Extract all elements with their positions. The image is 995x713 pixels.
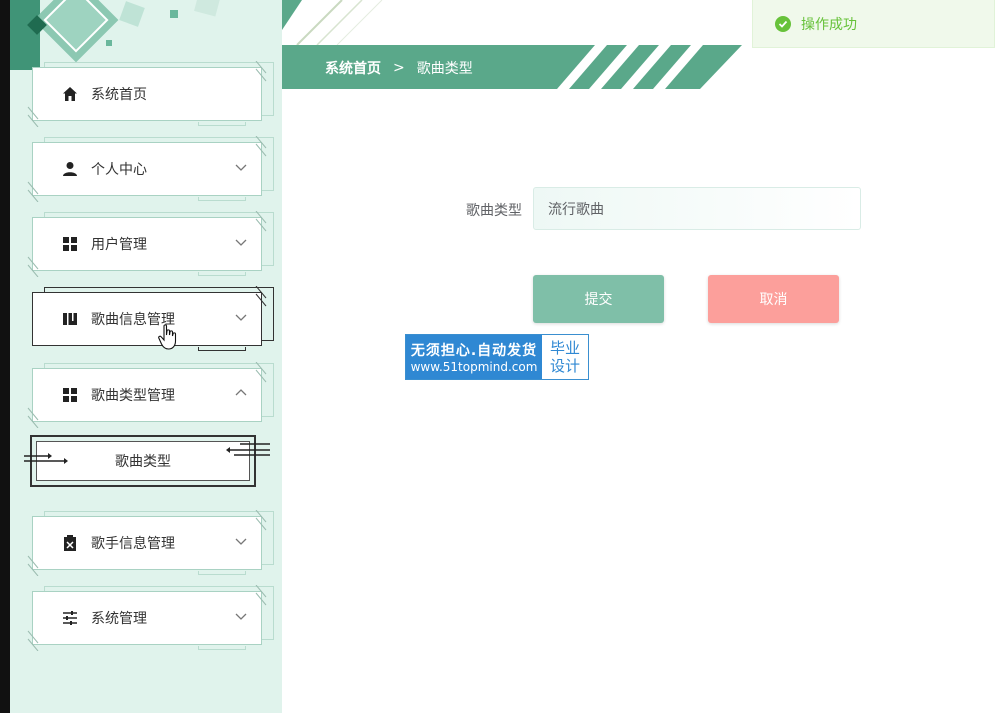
arrow-right-icon (24, 453, 68, 464)
chevron-down-icon (235, 164, 247, 171)
sidebar-item-singer-info-management[interactable]: 歌手信息管理 (27, 510, 274, 576)
app-root: 系统首页 个人中心 用户管理 歌曲信息管理 歌曲类型管理 歌曲类型 歌手信息管理… (0, 0, 995, 713)
submit-button[interactable]: 提交 (533, 275, 664, 323)
grid-icon (61, 235, 79, 253)
decor-slash (27, 181, 39, 202)
sidebar-item-personal-center[interactable]: 个人中心 (27, 136, 274, 202)
watermark-right2: 设计 (549, 357, 580, 375)
decor-slash (27, 555, 39, 576)
breadcrumb: 系统首页 > 歌曲类型 (325, 58, 473, 78)
watermark-right1: 毕业 (549, 339, 580, 357)
window-edge (0, 0, 10, 713)
item-frame[interactable]: 系统管理 (32, 591, 262, 645)
success-toast: 操作成功 (752, 0, 995, 48)
decor-bar (198, 646, 246, 650)
decor-slash (255, 286, 267, 307)
decor-slash (255, 136, 267, 157)
hand-cursor-icon (158, 324, 177, 350)
sidebar-item-user-management[interactable]: 用户管理 (27, 211, 274, 277)
decor-bar (198, 347, 246, 351)
sidebar-item-label: 用户管理 (91, 237, 147, 253)
sidebar-item-system-management[interactable]: 系统管理 (27, 585, 274, 651)
breadcrumb-home-link[interactable]: 系统首页 (325, 58, 381, 78)
item-frame[interactable]: 歌曲信息管理 (32, 292, 262, 346)
sidebar-item-label: 歌曲类型管理 (91, 388, 175, 404)
item-frame[interactable]: 用户管理 (32, 217, 262, 271)
decor-bar (198, 122, 246, 126)
submenu-inner-frame[interactable]: 歌曲类型 (36, 441, 250, 481)
sidebar-item-song-info-management[interactable]: 歌曲信息管理 (32, 286, 274, 351)
decor-slash (27, 630, 39, 651)
sidebar-item-label: 系统管理 (91, 611, 147, 627)
header-decoration (282, 0, 383, 45)
sidebar-item-home[interactable]: 系统首页 (27, 61, 274, 127)
chevron-down-icon (235, 613, 247, 620)
watermark-left: 无须担心.自动发货 www.51topmind.com (406, 335, 542, 379)
sidebar-item-label: 歌手信息管理 (91, 536, 175, 552)
home-icon (61, 85, 79, 103)
watermark-banner: 无须担心.自动发货 www.51topmind.com 毕业 设计 (405, 334, 589, 380)
check-circle-icon (775, 15, 791, 32)
clipboard-icon (61, 534, 79, 552)
grid-icon (61, 386, 79, 404)
submenu-label: 歌曲类型 (115, 454, 171, 470)
user-icon (61, 160, 79, 178)
item-frame[interactable]: 系统首页 (32, 67, 262, 121)
arrow-left-icon (226, 443, 270, 456)
decor-bar (198, 272, 246, 276)
sidebar-item-label: 系统首页 (91, 87, 147, 103)
item-frame[interactable]: 歌手信息管理 (32, 516, 262, 570)
decor-slash (27, 407, 39, 428)
watermark-right: 毕业 设计 (542, 335, 588, 379)
watermark-line2: www.51topmind.com (410, 360, 538, 374)
toast-message: 操作成功 (801, 16, 857, 33)
item-frame[interactable]: 个人中心 (32, 142, 262, 196)
decor-bar (198, 571, 246, 575)
decor-slash (255, 61, 267, 82)
decor-slash (255, 510, 267, 531)
book-icon (61, 310, 79, 328)
song-type-label: 歌曲类型 (466, 203, 522, 219)
item-frame[interactable]: 歌曲类型管理 (32, 368, 262, 422)
cancel-button[interactable]: 取消 (708, 275, 839, 323)
decor-slash (255, 362, 267, 383)
chevron-down-icon (235, 314, 247, 321)
decor-slash (255, 585, 267, 606)
breadcrumb-current: 歌曲类型 (416, 61, 473, 77)
song-type-input[interactable] (533, 187, 861, 230)
watermark-line1: 无须担心.自动发货 (410, 343, 538, 359)
chevron-up-icon (235, 389, 247, 396)
decor-slash (255, 211, 267, 232)
sidebar-item-song-type-management[interactable]: 歌曲类型管理 (27, 362, 274, 428)
sidebar: 系统首页 个人中心 用户管理 歌曲信息管理 歌曲类型管理 歌曲类型 歌手信息管理… (10, 0, 282, 713)
sidebar-decoration (10, 0, 220, 70)
decor-slash (27, 106, 39, 127)
decor-slash (27, 256, 39, 277)
breadcrumb-separator: > (393, 60, 405, 76)
decor-bar (198, 197, 246, 201)
chevron-down-icon (235, 239, 247, 246)
sliders-icon (61, 609, 79, 627)
sidebar-item-label: 个人中心 (91, 162, 147, 178)
chevron-down-icon (235, 538, 247, 545)
